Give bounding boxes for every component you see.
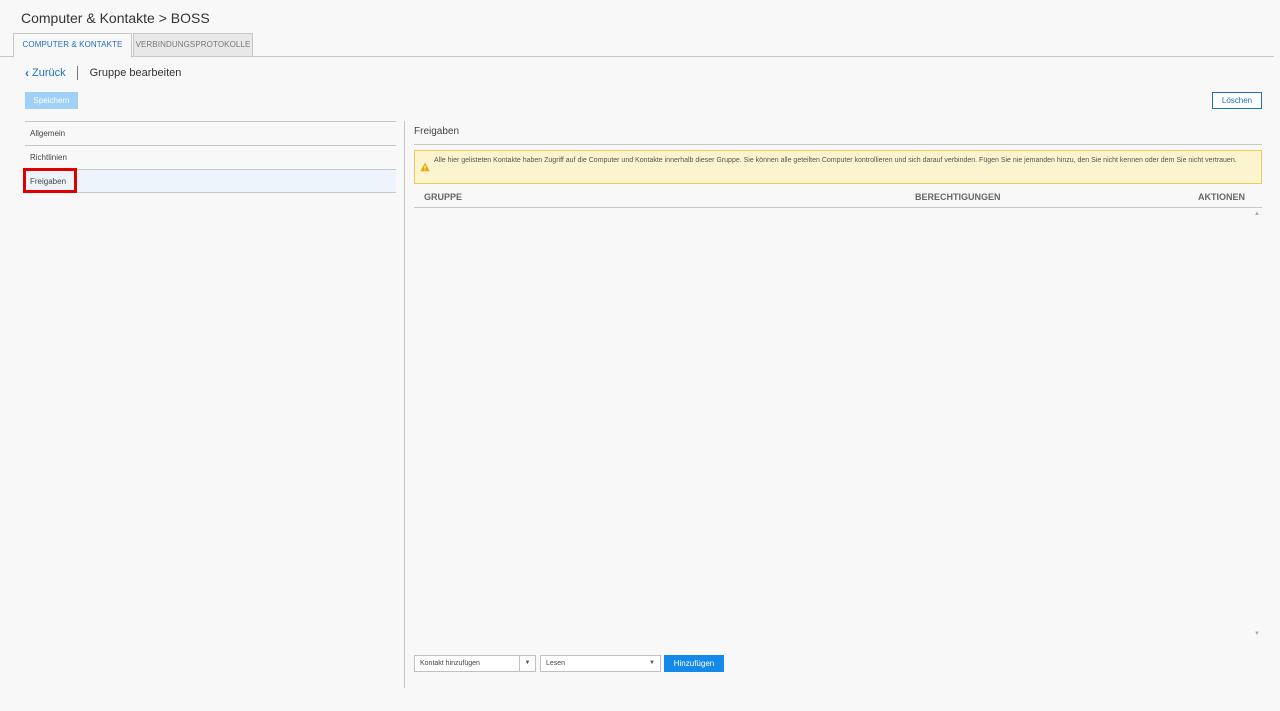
chevron-down-icon[interactable]: ▼ (644, 656, 660, 671)
sidebar-item-freigaben[interactable]: Freigaben (25, 169, 396, 193)
chevron-down-icon[interactable]: ▼ (519, 656, 535, 671)
breadcrumb-current: Gruppe bearbeiten (89, 67, 182, 79)
back-label: Zurück (32, 67, 66, 79)
column-header-berechtigungen[interactable]: BERECHTIGUNGEN (915, 192, 1001, 202)
tab-verbindungsprotokolle[interactable]: VERBINDUNGSPROTOKOLLE (133, 33, 253, 57)
scroll-down-icon[interactable]: ▼ (1252, 629, 1262, 639)
warning-banner: Alle hier gelisteten Kontakte haben Zugr… (414, 150, 1262, 184)
breadcrumb: ‹ Zurück Gruppe bearbeiten (25, 66, 181, 80)
warning-text: Alle hier gelisteten Kontakte haben Zugr… (434, 157, 1237, 164)
permission-select-value: Lesen (546, 660, 566, 667)
delete-button[interactable]: Löschen (1212, 92, 1262, 109)
back-link[interactable]: ‹ Zurück (25, 66, 66, 80)
warning-icon (420, 162, 430, 172)
highlight-box (23, 168, 77, 193)
table-header: GRUPPE BERECHTIGUNGEN AKTIONEN (414, 189, 1262, 208)
table-scrollbar[interactable]: ▲ ▼ (1252, 209, 1262, 639)
contact-select[interactable]: Kontakt hinzufügen ▼ (414, 655, 536, 672)
add-button[interactable]: Hinzufügen (664, 655, 724, 672)
scroll-up-icon[interactable]: ▲ (1252, 209, 1262, 219)
section-divider (414, 144, 1262, 145)
contact-select-placeholder: Kontakt hinzufügen (420, 660, 480, 667)
breadcrumb-separator (76, 66, 78, 80)
sidebar-item-richtlinien[interactable]: Richtlinien (25, 145, 396, 169)
save-button[interactable]: Speichern (25, 92, 78, 109)
tab-bar: COMPUTER & KONTAKTE VERBINDUNGSPROTOKOLL… (0, 33, 1274, 58)
sidebar-nav: Allgemein Richtlinien Freigaben (25, 121, 396, 193)
panel-divider (404, 121, 405, 688)
tab-computer-kontakte[interactable]: COMPUTER & KONTAKTE (13, 33, 132, 58)
sidebar-item-allgemein[interactable]: Allgemein (25, 121, 396, 145)
column-header-aktionen: AKTIONEN (1198, 192, 1245, 202)
permission-select[interactable]: Lesen ▼ (540, 655, 661, 672)
chevron-left-icon: ‹ (25, 66, 29, 80)
page-title: Computer & Kontakte > BOSS (21, 10, 210, 26)
column-header-gruppe[interactable]: GRUPPE (424, 192, 462, 202)
section-title: Freigaben (414, 126, 460, 137)
